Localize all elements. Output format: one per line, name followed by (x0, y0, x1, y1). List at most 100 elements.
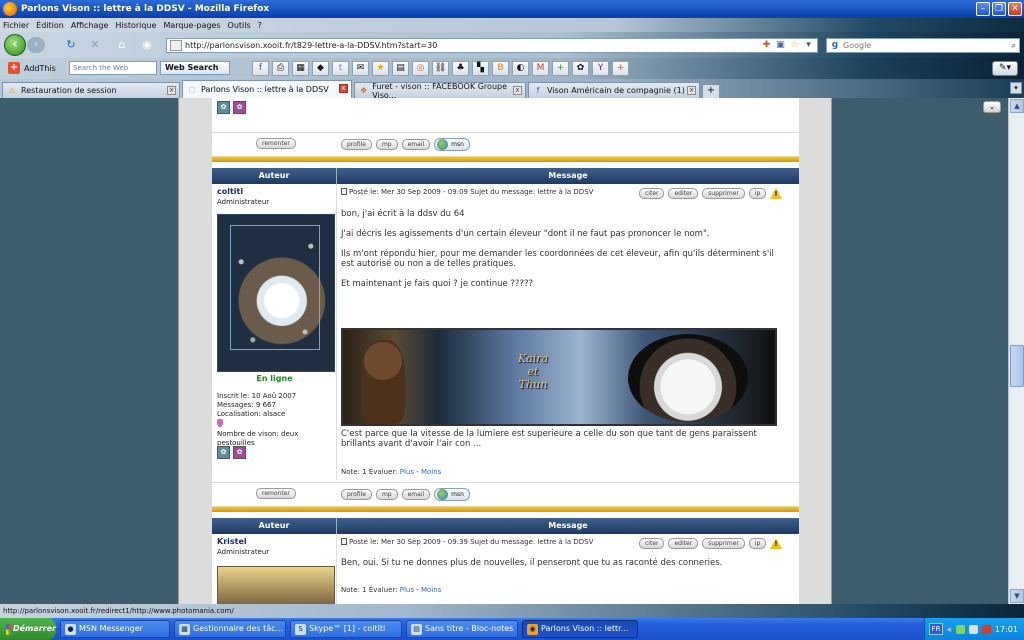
close-window-button[interactable]: ✕ (1008, 2, 1022, 16)
report-warning-icon[interactable]: ! (770, 188, 783, 199)
mp-button[interactable]: mp (375, 489, 398, 500)
twitter-icon[interactable]: t (332, 61, 349, 76)
citer-button[interactable]: citer (639, 538, 665, 549)
add-icon[interactable]: + (552, 61, 569, 76)
tab-list-button[interactable]: ▾ (1010, 82, 1022, 94)
search-placeholder[interactable]: Google (843, 41, 1012, 50)
address-bar[interactable]: http://parlonsvison.xooit.fr/t829-lettre… (166, 38, 818, 53)
tray-icon[interactable] (981, 624, 991, 634)
yahoo-icon[interactable]: Y (592, 61, 609, 76)
chevron-down-icon[interactable]: ⌄ (983, 101, 1001, 113)
tab-furet-vison[interactable]: ❖ Furet - vison :: FACEBOOK Groupe Viso.… (354, 82, 526, 100)
stop-icon[interactable]: ✕ (88, 38, 102, 52)
live-icon[interactable]: ✿ (572, 61, 589, 76)
menu-outils[interactable]: Outils (228, 21, 251, 30)
web-search-input[interactable]: Search the Web (69, 61, 157, 75)
addthis-button[interactable]: + AddThis (8, 62, 56, 74)
supprimer-button[interactable]: supprimer (702, 538, 745, 549)
ip-button[interactable]: ip (748, 188, 767, 199)
tab-parlons-vison[interactable]: ◌ Parlons Vison :: lettre à la DDSV x (182, 80, 352, 98)
task-bloc-notes[interactable]: ▤ Sans titre - Bloc-notes (406, 620, 518, 638)
restore-button[interactable]: ❐ (992, 2, 1006, 16)
editer-button[interactable]: editer (668, 538, 699, 549)
print-icon[interactable]: ⎙ (272, 61, 289, 76)
rss-icon[interactable]: ✚ (761, 40, 772, 51)
digg-icon[interactable]: ◆ (312, 61, 329, 76)
email-button[interactable]: email (401, 139, 431, 150)
reload-icon[interactable]: ↻ (64, 38, 78, 52)
tab-restauration[interactable]: ⚠ Restauration de session x (2, 82, 180, 98)
tab-vison-americain[interactable]: f Vison Américain de compagnie (1) x (528, 82, 700, 98)
more-icon[interactable]: + (612, 61, 629, 76)
web-search-button[interactable]: Web Search (160, 61, 230, 75)
author-name[interactable]: Kristel (217, 537, 247, 546)
tray-icon[interactable] (955, 624, 965, 634)
menu-historique[interactable]: Historique (115, 21, 156, 30)
back-button[interactable]: ‹ (4, 34, 26, 56)
menu-edition[interactable]: Édition (36, 21, 64, 30)
rating-moins-link[interactable]: Moins (421, 468, 441, 476)
dropdown-icon[interactable]: ▾ (803, 40, 814, 51)
target-icon[interactable]: ◎ (412, 61, 429, 76)
ip-button[interactable]: ip (748, 538, 767, 549)
bookmark-star-icon[interactable]: ☆ (789, 40, 800, 51)
rating-moins-link[interactable]: Moins (421, 586, 441, 594)
facebook-icon[interactable]: f (252, 61, 269, 76)
new-tab-button[interactable]: + (702, 84, 720, 98)
task-firefox[interactable]: ◉ Parlons Vison :: lettr... (522, 620, 638, 638)
author-name[interactable]: coltiti (217, 187, 243, 196)
profile-button[interactable]: profile (341, 139, 372, 150)
close-tab-icon[interactable]: x (513, 86, 522, 95)
search-box[interactable]: g Google ⌕ (826, 38, 1020, 53)
gmail-icon[interactable]: M (532, 61, 549, 76)
bookmark-icon[interactable]: ▤ (392, 61, 409, 76)
tray-icon[interactable] (968, 624, 978, 634)
rating-plus-link[interactable]: Plus (400, 586, 414, 594)
email-button[interactable]: email (401, 489, 431, 500)
menu-affichage[interactable]: Affichage (71, 21, 109, 30)
url-text[interactable]: http://parlonsvison.xooit.fr/t829-lettre… (185, 41, 761, 50)
link-icon[interactable]: ⛓ (432, 61, 449, 76)
star-icon[interactable]: ★ (372, 61, 389, 76)
myspace-icon[interactable]: ♣ (452, 61, 469, 76)
chat-icon[interactable]: ◉ (140, 38, 154, 52)
close-tab-icon[interactable]: x (339, 84, 348, 93)
scroll-up-icon[interactable]: ▲ (1010, 99, 1024, 113)
remonter-button[interactable]: remonter (256, 138, 296, 149)
menu-fichier[interactable]: Fichier (3, 21, 29, 30)
feed-icon[interactable]: ▣ (775, 40, 786, 51)
scroll-down-icon[interactable]: ▼ (1010, 589, 1024, 603)
task-msn-messenger[interactable]: ● MSN Messenger (60, 620, 170, 638)
language-indicator[interactable]: FR (929, 623, 943, 635)
close-tab-icon[interactable]: x (687, 86, 696, 95)
editer-button[interactable]: editer (668, 188, 699, 199)
profile-button[interactable]: profile (341, 489, 372, 500)
photo-icon[interactable]: ▦ (292, 61, 309, 76)
report-warning-icon[interactable]: ! (770, 538, 783, 549)
msn-button[interactable]: msn (434, 138, 470, 151)
tray-expand-icon[interactable]: « (947, 625, 952, 634)
task-gestionnaire[interactable]: ▦ Gestionnaire des tâc... (174, 620, 286, 638)
citer-button[interactable]: citer (639, 188, 665, 199)
mail-icon[interactable]: ✉ (352, 61, 369, 76)
menu-help[interactable]: ? (258, 21, 262, 30)
home-icon[interactable]: ⌂ (115, 38, 129, 52)
mp-button[interactable]: mp (375, 139, 398, 150)
rating-plus-link[interactable]: Plus (400, 468, 414, 476)
msn-button[interactable]: msn (434, 488, 470, 501)
search-go-icon[interactable]: ⌕ (1012, 41, 1016, 51)
scroll-thumb[interactable] (1010, 345, 1024, 387)
remonter-button[interactable]: remonter (256, 488, 296, 499)
forward-button[interactable]: › (27, 37, 45, 53)
supprimer-button[interactable]: supprimer (702, 188, 745, 199)
start-button[interactable]: Démarrer (0, 618, 56, 640)
delicious-icon[interactable]: ▚ (472, 61, 489, 76)
task-skype[interactable]: S Skype™ [1] - coltiti (290, 620, 402, 638)
close-tab-icon[interactable]: x (167, 86, 176, 95)
wrench-icon[interactable]: ✎▾ (992, 61, 1018, 76)
blogger-icon[interactable]: B (492, 61, 509, 76)
menu-marque-pages[interactable]: Marque-pages (163, 21, 220, 30)
stumble-icon[interactable]: ◐ (512, 61, 529, 76)
vertical-scrollbar[interactable]: ▲ ▼ (1008, 98, 1024, 604)
minimize-button[interactable]: – (976, 2, 990, 16)
